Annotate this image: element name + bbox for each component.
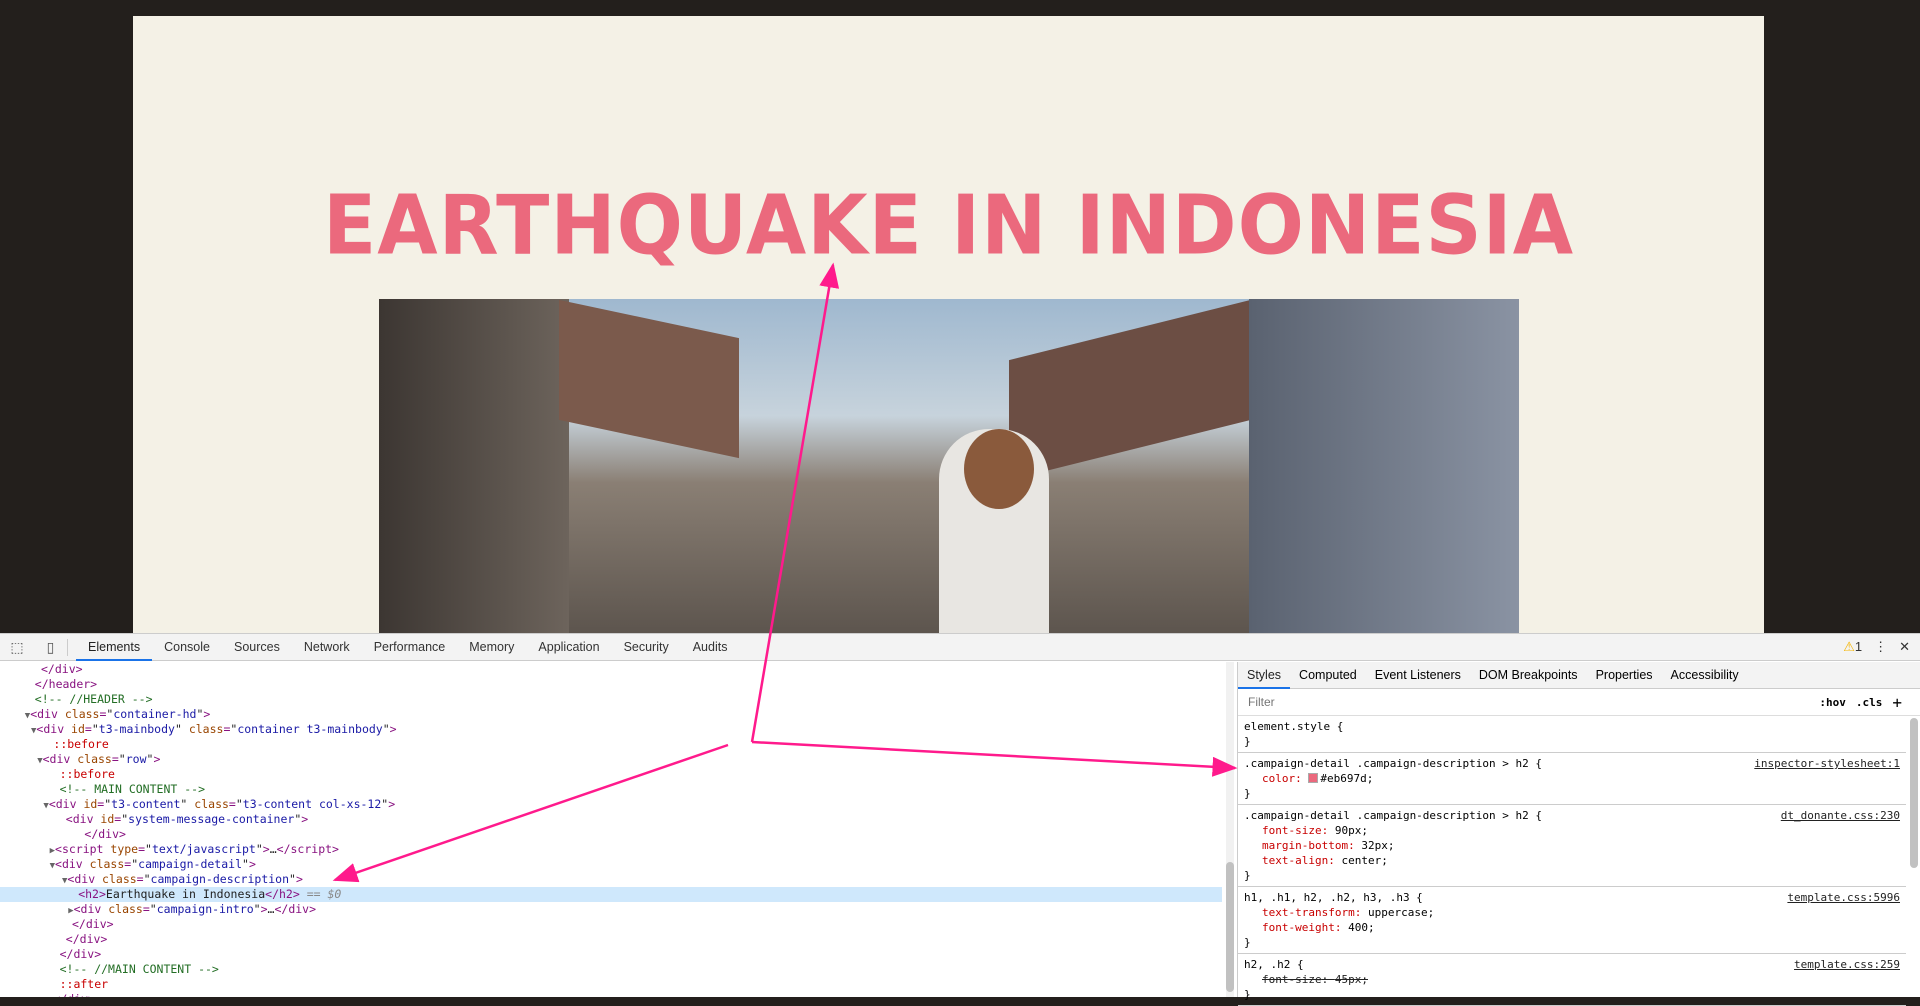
css-rule: h2, .h2 {template.css:259 font-size: 45px… (1238, 954, 1906, 1006)
dom-node[interactable]: </div> (0, 932, 1222, 947)
dom-node[interactable]: ▼<div class="container-hd"> (0, 707, 1222, 722)
css-rule: .campaign-detail .campaign-description >… (1238, 805, 1906, 887)
styles-tab-styles[interactable]: Styles (1238, 662, 1291, 689)
dom-node[interactable]: </header> (0, 677, 1222, 692)
tab-application[interactable]: Application (526, 634, 611, 661)
styles-pane: Styles Computed Event Listeners DOM Breakpo… (1237, 662, 1920, 1006)
warning-icon[interactable]: ⚠1 (1843, 639, 1862, 655)
inspect-element-icon[interactable]: ⬚ (0, 639, 34, 656)
dom-tree[interactable]: </div> </header> <!-- //HEADER --> ▼<div cl… (0, 662, 1222, 997)
dom-node[interactable]: </div> (0, 992, 1222, 997)
dom-node[interactable]: ::after (0, 977, 1222, 992)
hov-toggle[interactable]: :hov (1819, 696, 1846, 709)
selected-dom-node[interactable]: <h2>Earthquake in Indonesia</h2> == $0 (0, 887, 1222, 902)
styles-tab-event-listeners[interactable]: Event Listeners (1366, 662, 1470, 689)
dom-node[interactable]: ▶<script type="text/javascript">…</scrip… (0, 842, 1222, 857)
more-menu-icon[interactable]: ⋮ (1874, 639, 1887, 655)
dom-node[interactable]: ▼<div class="row"> (0, 752, 1222, 767)
styles-filter-input[interactable] (1244, 693, 1810, 711)
styles-scrollbar[interactable] (1910, 718, 1918, 868)
tab-network[interactable]: Network (292, 634, 362, 661)
dom-node[interactable]: <!-- //HEADER --> (0, 692, 1222, 707)
color-swatch[interactable] (1308, 773, 1319, 783)
dom-node[interactable]: <!-- MAIN CONTENT --> (0, 782, 1222, 797)
css-property[interactable]: text-transform: uppercase; (1244, 905, 1900, 920)
css-rule: .campaign-detail .campaign-description >… (1238, 753, 1906, 805)
dom-node[interactable]: ::before (0, 767, 1222, 782)
dom-node[interactable]: ▼<div class="campaign-description"> (0, 872, 1222, 887)
css-property[interactable]: margin-bottom: 32px; (1244, 838, 1900, 853)
css-property[interactable]: color: #eb697d; (1244, 771, 1900, 786)
dom-node[interactable]: ▼<div class="campaign-detail"> (0, 857, 1222, 872)
rule-source-link[interactable]: template.css:5996 (1787, 890, 1900, 905)
new-style-rule-button[interactable]: + (1892, 693, 1902, 712)
tab-audits[interactable]: Audits (681, 634, 740, 661)
tab-sources[interactable]: Sources (222, 634, 292, 661)
dom-node[interactable]: </div> (0, 947, 1222, 962)
styles-tab-accessibility[interactable]: Accessibility (1662, 662, 1748, 689)
devtools-panel: ⬚ ▯ Elements Console Sources Network Perform… (0, 633, 1920, 1006)
rule-source-link[interactable]: template.css:259 (1794, 957, 1900, 972)
css-rule: h1, .h1, h2, .h2, h3, .h3 {template.css:… (1238, 887, 1906, 954)
dom-node[interactable]: ::before (0, 737, 1222, 752)
css-rule: element.style {} (1238, 716, 1906, 753)
css-property[interactable]: font-size: 45px; (1244, 972, 1900, 987)
styles-tab-properties[interactable]: Properties (1587, 662, 1662, 689)
tab-memory[interactable]: Memory (457, 634, 526, 661)
dom-node[interactable]: ▼<div id="t3-content" class="t3-content … (0, 797, 1222, 812)
tab-security[interactable]: Security (612, 634, 681, 661)
dom-node[interactable]: ▼<div id="t3-mainbody" class="container … (0, 722, 1222, 737)
dom-node[interactable]: </div> (0, 917, 1222, 932)
webpage-content: Earthquake in Indonesia (133, 16, 1764, 633)
rule-source-link[interactable]: inspector-stylesheet:1 (1754, 756, 1900, 771)
rule-source-link[interactable]: dt_donante.css:230 (1781, 808, 1900, 823)
dom-node[interactable]: </div> (0, 662, 1222, 677)
cls-toggle[interactable]: .cls (1856, 696, 1883, 709)
devtools-tabbar: ⬚ ▯ Elements Console Sources Network Perform… (0, 634, 1920, 661)
dom-node[interactable]: ▶<div class="campaign-intro">…</div> (0, 902, 1222, 917)
tab-performance[interactable]: Performance (362, 634, 458, 661)
tab-elements[interactable]: Elements (76, 634, 153, 661)
rule-selector[interactable]: element.style { (1244, 719, 1900, 734)
css-property[interactable]: font-weight: 400; (1244, 920, 1900, 935)
css-property[interactable]: text-align: center; (1244, 853, 1900, 868)
page-title: Earthquake in Indonesia (322, 178, 1575, 274)
close-icon[interactable]: ✕ (1899, 639, 1910, 655)
dom-node[interactable]: <div id="system-message-container"> (0, 812, 1222, 827)
scrollbar[interactable] (1226, 662, 1234, 997)
warning-count: 1 (1854, 639, 1863, 654)
styles-tab-dom-breakpoints[interactable]: DOM Breakpoints (1470, 662, 1587, 689)
dom-node[interactable]: <!-- //MAIN CONTENT --> (0, 962, 1222, 977)
css-property[interactable]: font-size: 90px; (1244, 823, 1900, 838)
device-toolbar-icon[interactable]: ▯ (34, 638, 68, 656)
tab-console[interactable]: Console (152, 634, 222, 661)
styles-tab-computed[interactable]: Computed (1290, 662, 1366, 689)
campaign-photo (379, 299, 1519, 633)
dom-node[interactable]: </div> (0, 827, 1222, 842)
